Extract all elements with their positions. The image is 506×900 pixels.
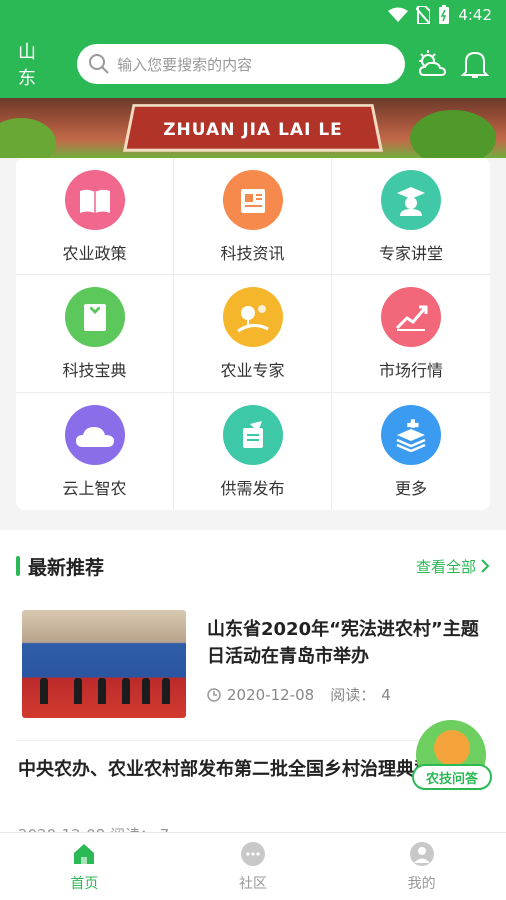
- market-trend-icon: [381, 287, 441, 348]
- layers-icon: [381, 404, 441, 465]
- view-all-link[interactable]: 查看全部: [416, 556, 490, 577]
- notification-button[interactable]: [459, 47, 492, 81]
- qa-label: 农技问答: [412, 764, 492, 790]
- article-item[interactable]: 山东省2020年“宪法进农村”主题日活动在青岛市举办 2020-12-08 阅读…: [22, 610, 492, 718]
- handbook-icon: [64, 287, 125, 348]
- clock-icon: [207, 687, 221, 702]
- graduate-icon: [381, 170, 441, 230]
- nav-profile[interactable]: 我的: [337, 833, 506, 900]
- grid-label: 更多: [394, 478, 427, 498]
- wifi-icon: [388, 7, 409, 22]
- status-time: 4:42: [458, 6, 492, 24]
- grid-label: 专家讲堂: [378, 244, 443, 263]
- app-header: 4:42 山 东 输入您要搜索的内容: [0, 0, 506, 98]
- grid-item-expert[interactable]: 农业专家: [174, 275, 332, 393]
- read-count: 4: [381, 685, 391, 704]
- article-thumbnail: [22, 610, 186, 718]
- read-label: 阅读：: [330, 686, 376, 704]
- view-all-label: 查看全部: [415, 557, 476, 576]
- grid-label: 农业专家: [220, 361, 285, 381]
- article-title: 山东省2020年“宪法进农村”主题日活动在青岛市举办: [207, 619, 479, 667]
- section-title: 最新推荐: [28, 556, 105, 579]
- battery-icon: [439, 5, 450, 24]
- banner-pinyin: ZHUAN JIA LAI LE: [163, 120, 343, 140]
- grid-item-publish[interactable]: 供需发布: [174, 392, 332, 510]
- grid-item-handbook[interactable]: 科技宝典: [16, 275, 174, 393]
- grid-label: 供需发布: [220, 478, 285, 498]
- bell-icon: [461, 51, 490, 78]
- region-selector[interactable]: 山 东: [18, 38, 73, 90]
- cloud-icon: [64, 404, 125, 465]
- grid-item-policy[interactable]: 农业政策: [16, 158, 174, 276]
- weather-icon: [418, 50, 446, 76]
- chevron-right-icon: [481, 559, 490, 573]
- grid-item-more[interactable]: 更多: [332, 393, 490, 510]
- grid-item-cloud[interactable]: 云上智农: [16, 392, 174, 510]
- policy-book-icon: [64, 170, 125, 230]
- home-icon: [74, 844, 95, 864]
- nav-label: 我的: [407, 876, 436, 892]
- grid-item-lecture[interactable]: 专家讲堂: [332, 158, 490, 276]
- expert-tree-icon: [222, 287, 283, 348]
- grid-label: 市场行情: [378, 361, 443, 381]
- chat-icon: [241, 842, 265, 866]
- section-accent-bar: [16, 556, 20, 576]
- grid-item-news[interactable]: 科技资讯: [174, 158, 332, 276]
- nav-label: 首页: [70, 876, 99, 892]
- weather-button[interactable]: [415, 47, 448, 81]
- profile-icon: [409, 842, 434, 866]
- feature-grid: 农业政策 科技资讯 专家讲堂 科技宝典 农业专家 市场行情 云上智农 供需发布 …: [16, 158, 490, 510]
- search-icon: [89, 54, 109, 74]
- article-title[interactable]: 中央农办、农业农村部发布第二批全国乡村治理典型案例: [18, 756, 468, 784]
- nav-label: 社区: [239, 876, 267, 892]
- grid-label: 农业政策: [62, 244, 127, 263]
- promo-banner[interactable]: ZHUAN JIA LAI LE: [0, 98, 506, 158]
- article-date: 2020-12-08: [227, 685, 315, 704]
- publish-icon: [222, 404, 283, 465]
- qa-floating-button[interactable]: 农技问答: [412, 720, 492, 800]
- grid-label: 科技资讯: [220, 244, 285, 263]
- nav-community[interactable]: 社区: [169, 833, 338, 900]
- news-icon: [222, 170, 283, 230]
- bottom-nav: 首页 社区 我的: [0, 832, 506, 900]
- grid-label: 科技宝典: [62, 361, 127, 381]
- grid-item-market[interactable]: 市场行情: [332, 275, 490, 393]
- no-sim-icon: [416, 6, 431, 24]
- search-placeholder: 输入您要搜索的内容: [117, 55, 253, 74]
- status-bar: 4:42: [0, 0, 506, 30]
- grid-label: 云上智农: [62, 478, 127, 498]
- search-input[interactable]: 输入您要搜索的内容: [77, 44, 406, 84]
- nav-home[interactable]: 首页: [0, 833, 169, 900]
